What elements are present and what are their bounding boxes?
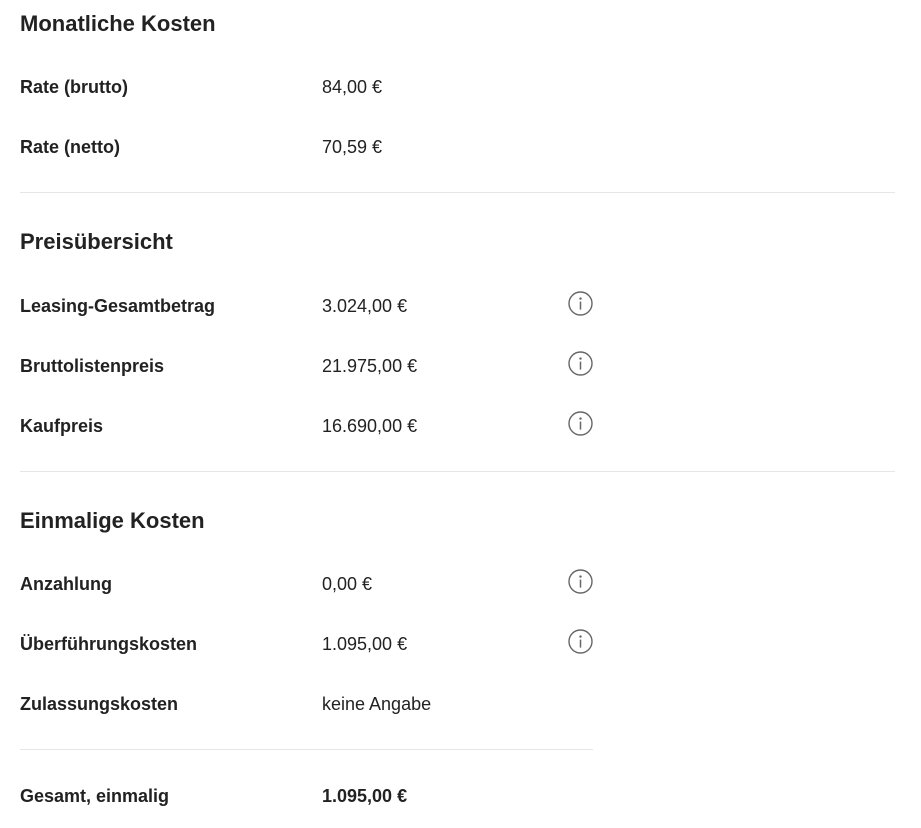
info-icon[interactable] [568,569,593,594]
label-gross-list-price: Bruttolistenpreis [20,356,165,376]
value-registration-costs: keine Angabe [322,694,432,714]
value-rate-brutto: 84,00 € [322,77,383,97]
divider-monthly [20,192,895,193]
label-down-payment: Anzahlung [20,574,112,594]
section-title-price-overview: Preisübersicht [20,229,173,254]
value-rate-netto: 70,59 € [322,137,383,157]
section-title-monthly-costs: Monatliche Kosten [20,11,216,36]
label-total-one-time: Gesamt, einmalig [20,786,170,806]
label-rate-netto: Rate (netto) [20,137,120,157]
info-icon[interactable] [568,629,593,654]
section-title-one-time-costs: Einmalige Kosten [20,508,205,533]
label-leasing-total: Leasing-Gesamtbetrag [20,296,216,316]
value-purchase-price: 16.690,00 € [322,416,418,436]
value-gross-list-price: 21.975,00 € [322,356,418,376]
divider-total [20,749,593,750]
label-rate-brutto: Rate (brutto) [20,77,128,97]
label-transfer-costs: Überführungskosten [20,634,198,654]
value-total-one-time: 1.095,00 € [322,786,408,806]
info-icon[interactable] [568,351,593,376]
value-down-payment: 0,00 € [322,574,373,594]
info-icon[interactable] [568,411,593,436]
info-icon[interactable] [568,291,593,316]
divider-overview [20,471,895,472]
label-purchase-price: Kaufpreis [20,416,104,436]
value-leasing-total: 3.024,00 € [322,296,408,316]
value-transfer-costs: 1.095,00 € [322,634,408,654]
label-registration-costs: Zulassungskosten [20,694,179,714]
